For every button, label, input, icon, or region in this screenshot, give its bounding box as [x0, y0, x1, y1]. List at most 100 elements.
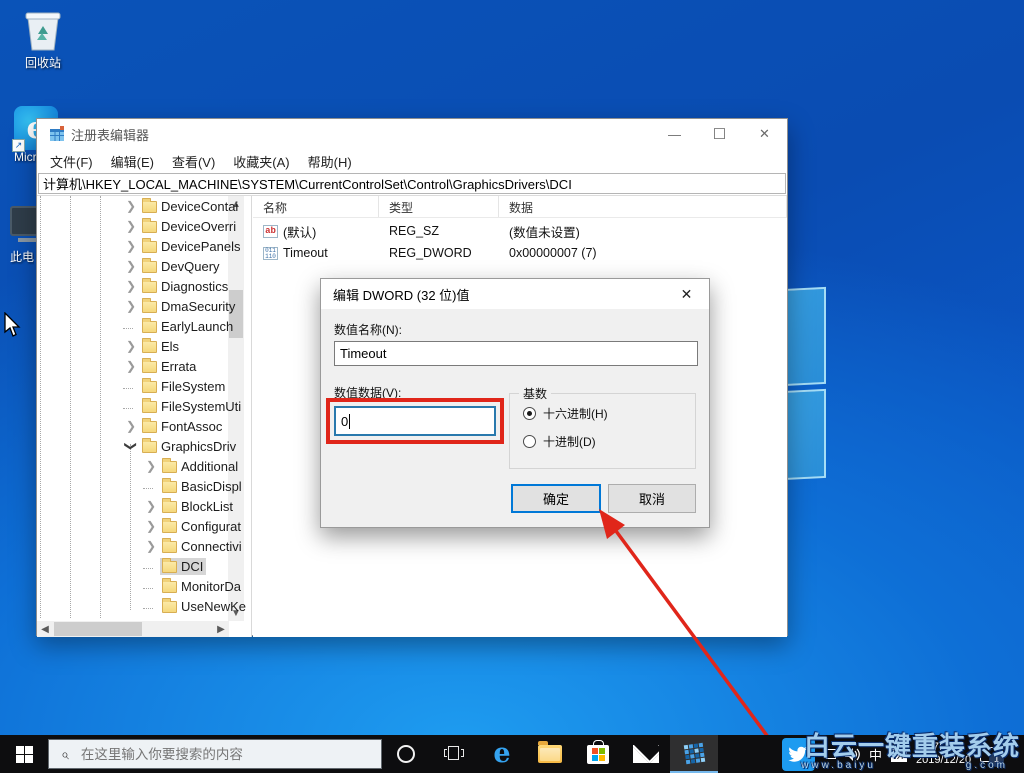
expand-icon[interactable]: ❯: [145, 459, 157, 473]
cancel-button[interactable]: 取消: [608, 484, 696, 513]
tree-node-Connectivi[interactable]: Connectivi: [160, 538, 245, 555]
ok-button[interactable]: 确定: [511, 484, 601, 513]
tree-row[interactable]: EarlyLaunch: [37, 318, 229, 338]
expand-icon[interactable]: ❯: [125, 219, 137, 233]
value-data-field[interactable]: 0: [334, 406, 496, 436]
scrollbar-thumb[interactable]: [54, 622, 142, 636]
tree-row[interactable]: ❯GraphicsDriv: [37, 438, 229, 458]
menu-item-0[interactable]: 文件(F): [41, 149, 102, 174]
expand-icon[interactable]: ❯: [125, 259, 137, 273]
tree-node-DmaSecurity[interactable]: DmaSecurity: [140, 298, 238, 315]
value-row-(默认)[interactable]: ab(默认)REG_SZ(数值未设置): [253, 220, 787, 242]
expand-icon[interactable]: ❯: [125, 199, 137, 213]
tree-node-DevicePanels[interactable]: DevicePanels: [140, 238, 244, 255]
tray-app-icon[interactable]: [826, 749, 836, 759]
tree-row[interactable]: FileSystemUti: [37, 398, 229, 418]
expand-icon[interactable]: ❯: [125, 279, 137, 293]
tree-row[interactable]: ❯DeviceContai: [37, 198, 229, 218]
tree-node-BasicDispl[interactable]: BasicDispl: [160, 478, 245, 495]
menu-item-2[interactable]: 查看(V): [163, 149, 224, 174]
expand-icon[interactable]: ❯: [145, 539, 157, 553]
ime-mode-indicator[interactable]: 中: [869, 745, 882, 764]
task-view-button[interactable]: [430, 735, 478, 773]
tree-node-BlockList[interactable]: BlockList: [160, 498, 236, 515]
value-row-Timeout[interactable]: 011110TimeoutREG_DWORD0x00000007 (7): [253, 242, 787, 264]
column-header-0[interactable]: 名称: [253, 196, 379, 217]
cortana-button[interactable]: [382, 735, 430, 773]
tree-horizontal-scrollbar[interactable]: ◀ ▶: [37, 621, 229, 637]
column-header-2[interactable]: 数据: [499, 196, 787, 217]
expand-icon[interactable]: ❯: [145, 519, 157, 533]
scroll-left-arrow[interactable]: ◀: [37, 621, 53, 637]
tree-row[interactable]: UseNewKe: [37, 598, 229, 618]
mail-button[interactable]: [622, 735, 670, 773]
tree-node-FontAssoc[interactable]: FontAssoc: [140, 418, 225, 435]
volume-icon[interactable]: [845, 748, 860, 761]
window-titlebar[interactable]: 注册表编辑器 — ☐ ✕: [37, 119, 787, 149]
tree-node-Errata[interactable]: Errata: [140, 358, 199, 375]
tree-row[interactable]: ❯DmaSecurity: [37, 298, 229, 318]
expand-icon[interactable]: ❯: [125, 359, 137, 373]
taskbar-search[interactable]: ⌕: [48, 739, 382, 769]
taskbar-clock[interactable]: 7:27 2019/12/20: [916, 741, 971, 767]
tree-row[interactable]: MonitorDa: [37, 578, 229, 598]
tree-row[interactable]: ❯DeviceOverri: [37, 218, 229, 238]
tree-row[interactable]: ❯Connectivi: [37, 538, 229, 558]
tree-row[interactable]: FileSystem: [37, 378, 229, 398]
tree-row[interactable]: DCI: [37, 558, 229, 578]
expand-icon[interactable]: ❯: [125, 419, 137, 433]
column-header-1[interactable]: 类型: [379, 196, 499, 217]
tree-row[interactable]: ❯FontAssoc: [37, 418, 229, 438]
tree-node-Diagnostics[interactable]: Diagnostics: [140, 278, 231, 295]
tree-row[interactable]: ❯BlockList: [37, 498, 229, 518]
action-center-icon[interactable]: 1: [980, 747, 997, 762]
tree-row[interactable]: ❯DevicePanels: [37, 238, 229, 258]
scroll-right-arrow[interactable]: ▶: [213, 621, 229, 637]
menu-item-3[interactable]: 收藏夹(A): [224, 149, 298, 174]
minimize-button[interactable]: —: [652, 119, 697, 149]
maximize-button[interactable]: ☐: [697, 119, 742, 149]
search-input[interactable]: [79, 746, 349, 763]
start-button[interactable]: [0, 735, 48, 773]
tree-node-FileSystem[interactable]: FileSystem: [140, 378, 228, 395]
tree-node-Configurat[interactable]: Configurat: [160, 518, 244, 535]
tree-node-DCI[interactable]: DCI: [160, 558, 206, 575]
tree-row[interactable]: ❯Additional: [37, 458, 229, 478]
address-input[interactable]: [38, 173, 786, 194]
expand-icon[interactable]: ❯: [125, 299, 137, 313]
tree-row[interactable]: ❯Els: [37, 338, 229, 358]
tree-node-MonitorDa[interactable]: MonitorDa: [160, 578, 244, 595]
radio-decimal[interactable]: 十进制(D): [523, 433, 596, 450]
expand-icon[interactable]: ❯: [125, 339, 137, 353]
dialog-close-button[interactable]: ✕: [664, 279, 709, 309]
tree-node-DeviceOverri[interactable]: DeviceOverri: [140, 218, 239, 235]
tree-row[interactable]: ❯Configurat: [37, 518, 229, 538]
ime-pinyin-badge[interactable]: 拼: [891, 747, 907, 762]
tree-node-EarlyLaunch[interactable]: EarlyLaunch: [140, 318, 236, 335]
tree-node-Els[interactable]: Els: [140, 338, 182, 355]
regedit-taskbar-button[interactable]: [670, 735, 718, 773]
tree-row[interactable]: ❯DevQuery: [37, 258, 229, 278]
tree-node-DevQuery[interactable]: DevQuery: [140, 258, 223, 275]
tree-node-UseNewKe[interactable]: UseNewKe: [160, 598, 249, 615]
store-button[interactable]: [574, 735, 622, 773]
tree-node-DeviceContai[interactable]: DeviceContai: [140, 198, 241, 215]
value-name-field[interactable]: Timeout: [334, 341, 698, 366]
twitter-button[interactable]: [776, 735, 820, 773]
tree-node-FileSystemUti[interactable]: FileSystemUti: [140, 398, 244, 415]
tree-row[interactable]: BasicDispl: [37, 478, 229, 498]
expand-icon[interactable]: ❯: [125, 239, 137, 253]
close-button[interactable]: ✕: [742, 119, 787, 149]
tree-row[interactable]: ❯Diagnostics: [37, 278, 229, 298]
expand-icon[interactable]: ❯: [145, 499, 157, 513]
radio-hexadecimal[interactable]: 十六进制(H): [523, 405, 608, 422]
dialog-titlebar[interactable]: 编辑 DWORD (32 位)值: [321, 279, 709, 309]
edge-taskbar-button[interactable]: e: [478, 735, 526, 773]
collapse-icon[interactable]: ❯: [124, 440, 138, 452]
menu-item-1[interactable]: 编辑(E): [102, 149, 163, 174]
menu-item-4[interactable]: 帮助(H): [299, 149, 361, 174]
tree-node-GraphicsDriv[interactable]: GraphicsDriv: [140, 438, 239, 455]
tree-row[interactable]: ❯Errata: [37, 358, 229, 378]
tree-node-Additional[interactable]: Additional: [160, 458, 241, 475]
file-explorer-button[interactable]: [526, 735, 574, 773]
